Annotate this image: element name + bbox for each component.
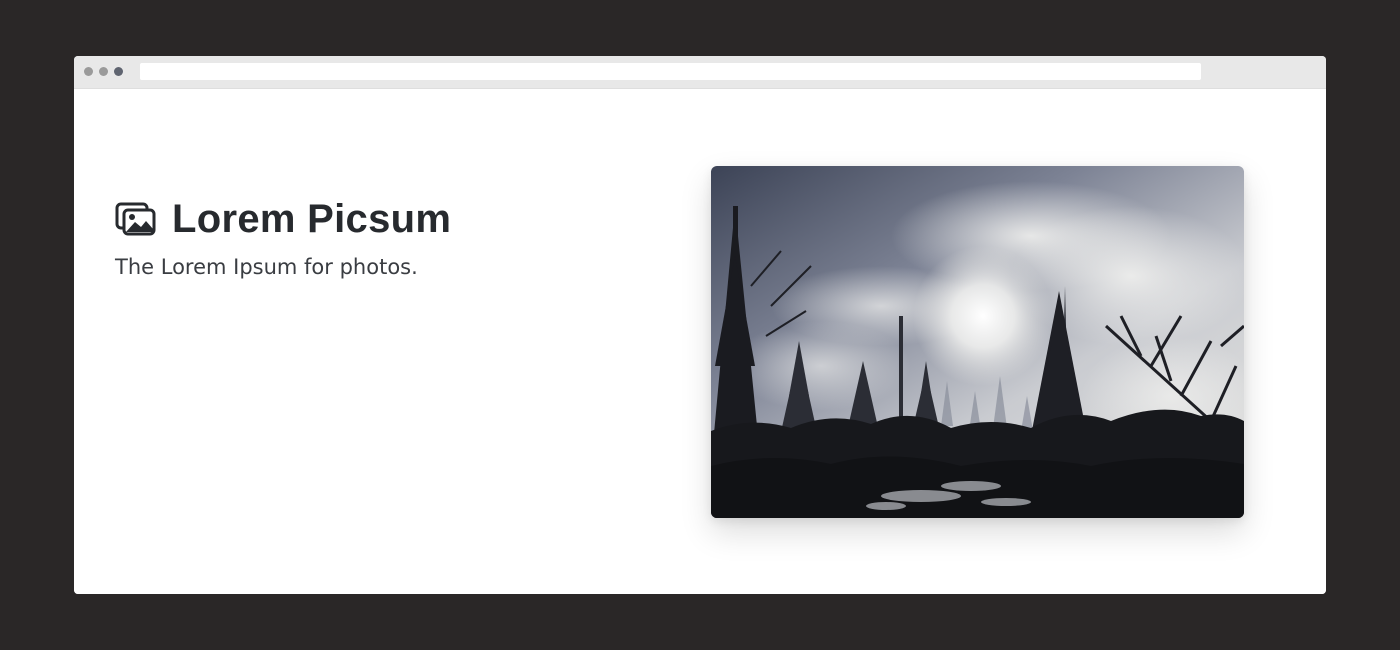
site-title: Lorem Picsum: [172, 197, 452, 241]
browser-window: Lorem Picsum The Lorem Ipsum for photos.: [74, 56, 1326, 594]
browser-titlebar: [74, 56, 1326, 89]
window-maximize-dot[interactable]: [114, 67, 123, 76]
window-minimize-dot[interactable]: [99, 67, 108, 76]
images-icon: [115, 202, 157, 238]
site-tagline: The Lorem Ipsum for photos.: [115, 255, 418, 279]
forest-photo-image: [711, 166, 1244, 518]
hero-photo: [711, 166, 1244, 518]
hero-heading: Lorem Picsum: [115, 197, 451, 242]
address-bar[interactable]: [140, 63, 1201, 80]
window-close-dot[interactable]: [84, 67, 93, 76]
page-content: Lorem Picsum The Lorem Ipsum for photos.: [74, 89, 1326, 594]
